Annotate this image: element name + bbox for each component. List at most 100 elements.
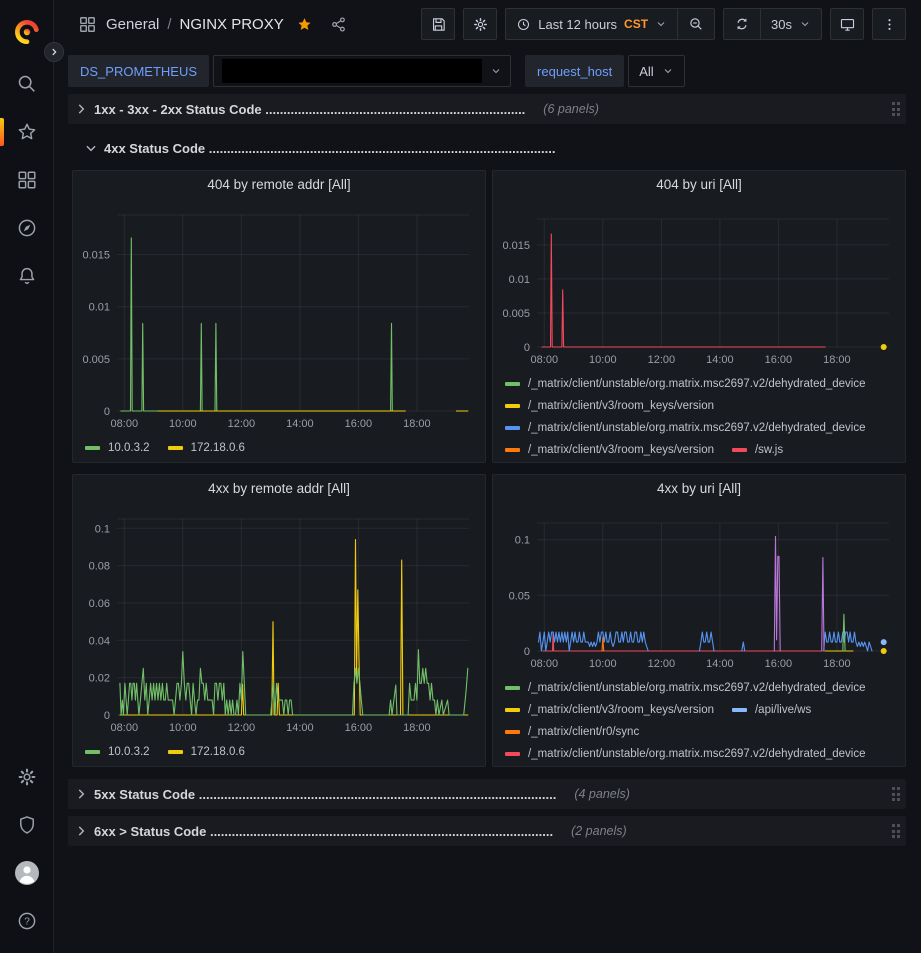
sidebar-item-explore[interactable] [0,204,54,252]
legend-item[interactable]: /sw.js [732,444,783,456]
breadcrumb-divider: / [167,16,171,33]
sidebar-item-profile[interactable] [0,849,54,897]
panel-title[interactable]: 4xx by uri [All] [493,475,905,503]
panels-grid: 404 by remote addr [All] 00.0050.010.015… [72,170,906,767]
sidebar-item-configuration[interactable] [0,753,54,801]
variable-request-host: request_host All [525,55,685,87]
legend-item[interactable]: /_matrix/client/unstable/org.matrix.msc2… [505,748,866,760]
svg-text:0: 0 [524,646,530,658]
row-panel-count: (2 panels) [571,824,627,838]
variable-label-ds-prometheus: DS_PROMETHEUS [68,55,209,87]
legend-item[interactable]: /_matrix/client/unstable/org.matrix.msc2… [505,682,866,694]
sidebar-item-alerting[interactable] [0,252,54,300]
row-1xx-3xx-2xx-status-code[interactable]: 1xx - 3xx - 2xx Status Code ............… [68,94,906,124]
legend-label: /_matrix/client/v3/room_keys/version [528,400,714,412]
breadcrumb-folder[interactable]: General [106,16,159,33]
chart-legend: 10.0.3.2 172.18.0.6 [73,737,485,766]
legend-item[interactable]: /_matrix/client/unstable/org.matrix.msc2… [505,422,866,434]
legend-swatch [85,446,100,450]
timeseries-chart[interactable]: 00.0050.010.01508:0010:0012:0014:0016:00… [73,199,485,433]
refresh-button[interactable] [724,9,760,39]
row-5xx-status-code[interactable]: 5xx Status Code ........................… [68,779,906,809]
legend-item[interactable]: /_matrix/client/v3/room_keys/version [505,444,714,456]
refresh-icon [734,16,750,32]
share-dashboard-button[interactable] [326,11,352,37]
dashboards-grid-icon [16,169,38,191]
grafana-logo-icon [12,17,42,47]
svg-text:12:00: 12:00 [228,418,256,430]
svg-text:0.005: 0.005 [82,354,110,366]
row-drag-handle[interactable] [892,102,901,116]
panel-4xx-by-remote-addr: 4xx by remote addr [All] 00.020.040.060.… [72,474,486,767]
sidebar-item-search[interactable] [0,60,54,108]
chevron-down-icon [84,141,98,155]
legend-swatch [505,686,520,690]
svg-text:12:00: 12:00 [228,722,256,734]
panel-title[interactable]: 404 by uri [All] [493,171,905,199]
svg-text:0.05: 0.05 [509,590,530,602]
star-icon [16,121,38,143]
panel-title[interactable]: 404 by remote addr [All] [73,171,485,199]
row-title: 4xx Status Code ........................… [104,141,556,156]
row-6xx-status-code[interactable]: 6xx > Status Code ......................… [68,816,906,846]
svg-text:14:00: 14:00 [706,354,734,366]
svg-text:0: 0 [104,710,110,722]
breadcrumb-dashboard-title[interactable]: NGINX PROXY [180,16,284,33]
svg-text:14:00: 14:00 [286,722,314,734]
svg-text:0.08: 0.08 [89,561,110,573]
svg-text:12:00: 12:00 [648,658,676,670]
sidebar-expand-button[interactable] [44,42,64,62]
panel-title[interactable]: 4xx by remote addr [All] [73,475,485,503]
zoom-out-time-button[interactable] [678,9,714,39]
legend-item[interactable]: 172.18.0.6 [168,442,245,454]
monitor-icon [839,16,856,33]
legend-swatch [505,426,520,430]
legend-item[interactable]: /_matrix/client/v3/room_keys/version [505,400,714,412]
timezone-label: CST [624,17,648,31]
row-drag-handle[interactable] [892,787,901,801]
sidebar-item-dashboards[interactable] [0,156,54,204]
variables-submenu: DS_PROMETHEUS request_host All [54,48,921,94]
legend-item[interactable]: 172.18.0.6 [168,746,245,758]
legend-item[interactable]: /_matrix/client/unstable/org.matrix.msc2… [505,378,866,390]
legend-item[interactable]: /api/live/ws [732,704,811,716]
legend-swatch [732,448,747,452]
cycle-view-mode-button[interactable] [830,8,864,40]
sidebar-item-help[interactable]: ? [0,897,54,945]
legend-item[interactable]: /_matrix/client/r0/sync [505,726,639,738]
variable-value-ds-prometheus[interactable] [213,55,511,87]
gear-icon [472,16,489,33]
legend-item[interactable]: /_matrix/client/v3/room_keys/version [505,704,714,716]
svg-text:08:00: 08:00 [111,722,139,734]
legend-label: /sw.js [755,444,783,456]
legend-swatch [505,708,520,712]
legend-item[interactable]: 10.0.3.2 [85,442,150,454]
row-4xx-status-code[interactable]: 4xx Status Code ........................… [68,136,906,160]
timeseries-chart[interactable]: 00.020.040.060.080.108:0010:0012:0014:00… [73,503,485,737]
gear-icon [16,766,38,788]
legend-label: /_matrix/client/unstable/org.matrix.msc2… [528,748,866,760]
compass-icon [16,217,38,239]
svg-text:14:00: 14:00 [286,418,314,430]
save-dashboard-button[interactable] [421,8,455,40]
legend-item[interactable]: 10.0.3.2 [85,746,150,758]
row-drag-handle[interactable] [892,824,901,838]
favorite-star-button[interactable] [292,11,318,37]
variable-value-request-host[interactable]: All [628,55,684,87]
zoom-out-icon [688,16,704,32]
svg-text:0.1: 0.1 [95,523,110,535]
refresh-interval-picker[interactable]: 30s [761,9,821,39]
timeseries-chart[interactable]: 00.050.108:0010:0012:0014:0016:0018:00 [493,503,905,673]
timeseries-chart[interactable]: 00.0050.010.01508:0010:0012:0014:0016:00… [493,199,905,369]
save-icon [430,16,447,33]
variable-label-request-host: request_host [525,55,624,87]
time-range-picker[interactable]: Last 12 hours CST [506,9,677,39]
more-options-button[interactable] [872,8,906,40]
search-icon [16,73,38,95]
svg-text:10:00: 10:00 [589,658,617,670]
sidebar-item-starred[interactable] [0,108,54,156]
dashboard-settings-button[interactable] [463,8,497,40]
legend-label: /_matrix/client/v3/room_keys/version [528,704,714,716]
sidebar-item-server-admin[interactable] [0,801,54,849]
toolbar: Last 12 hours CST [421,8,906,40]
